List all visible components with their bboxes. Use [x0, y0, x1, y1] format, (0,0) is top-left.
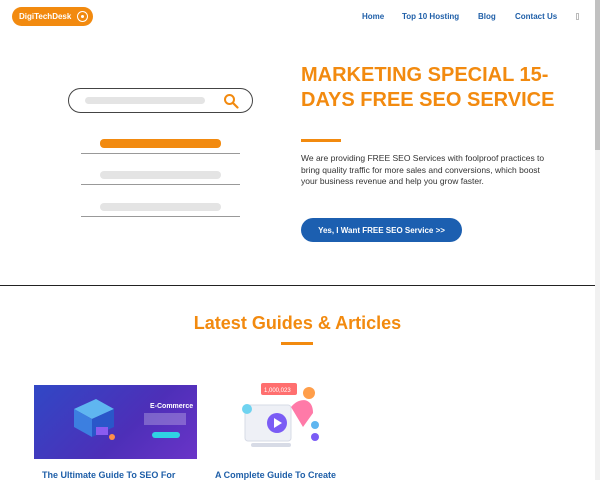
illustration-divider	[81, 184, 240, 185]
scrollbar[interactable]	[595, 0, 600, 480]
nav-blog[interactable]: Blog	[478, 12, 496, 21]
scrollbar-thumb[interactable]	[595, 0, 600, 150]
search-icon	[224, 94, 239, 109]
hero-underline	[301, 139, 341, 142]
illustration-result	[100, 203, 221, 211]
isometric-store-icon	[74, 399, 115, 440]
free-seo-cta-button[interactable]: Yes, I Want FREE SEO Service >>	[301, 218, 462, 242]
thumbnail-badge: 1,000,023	[264, 388, 291, 394]
article-title[interactable]: The Ultimate Guide To SEO For	[42, 470, 175, 480]
illustration-divider	[81, 216, 240, 217]
hero-description: We are providing FREE SEO Services with …	[301, 153, 545, 186]
thumbnail-button	[152, 432, 180, 438]
thumbnail-text-block	[144, 413, 186, 425]
main-nav: Home Top 10 Hosting Blog Contact Us	[0, 12, 600, 22]
illustration-result-highlight	[100, 139, 221, 148]
nav-contact-us[interactable]: Contact Us	[515, 12, 557, 21]
section-divider	[0, 285, 595, 286]
nav-home[interactable]: Home	[362, 12, 384, 21]
thumbnail-browser-bar	[34, 377, 197, 385]
article-thumbnail-ecommerce[interactable]: E-Commerce	[34, 377, 197, 459]
nav-top-10-hosting[interactable]: Top 10 Hosting	[402, 12, 459, 21]
article-title[interactable]: A Complete Guide To Create	[215, 470, 336, 480]
thumbnail-heading: E-Commerce	[150, 403, 194, 410]
article-thumbnail-video-marketing[interactable]: 1,000,023	[233, 377, 329, 461]
menu-more-icon[interactable]	[576, 13, 579, 20]
seo-illustration-search-box	[68, 88, 253, 113]
illustration-result	[100, 171, 221, 179]
articles-section-title: Latest Guides & Articles	[193, 313, 402, 333]
articles-title-underline	[281, 342, 313, 345]
illustration-search-bar	[85, 97, 205, 104]
illustration-divider	[81, 153, 240, 154]
hero-title: MARKETING SPECIAL 15-DAYS FREE SEO SERVI…	[301, 64, 555, 111]
